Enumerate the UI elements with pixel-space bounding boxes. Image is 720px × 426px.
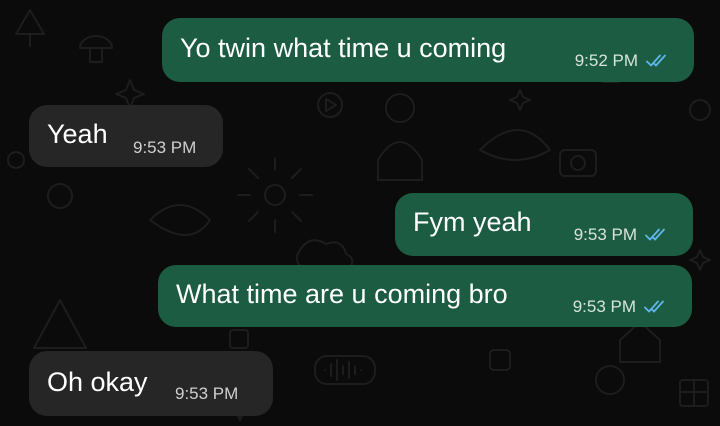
message-bubble-outgoing[interactable]: Yo twin what time u coming 9:52 PM	[162, 18, 694, 82]
message-meta: 9:53 PM	[573, 297, 670, 317]
message-text: Yo twin what time u coming	[180, 33, 507, 63]
message-meta: 9:52 PM	[575, 51, 672, 71]
message-time: 9:53 PM	[573, 225, 637, 244]
message-meta: 9:53 PM	[574, 225, 671, 245]
double-check-icon	[645, 228, 665, 241]
message-bubble-outgoing[interactable]: What time are u coming bro 9:53 PM	[158, 265, 692, 327]
message-time: 9:53 PM	[133, 138, 197, 157]
double-check-icon	[646, 54, 666, 67]
message-time: 9:53 PM	[175, 384, 239, 403]
message-meta: 9:53 PM	[175, 384, 238, 404]
message-meta: 9:53 PM	[133, 138, 196, 158]
message-text: Oh okay	[47, 367, 148, 397]
message-text: Fym yeah	[413, 207, 532, 237]
message-text: What time are u coming bro	[176, 279, 508, 309]
message-bubble-outgoing[interactable]: Fym yeah 9:53 PM	[395, 193, 693, 256]
message-text: Yeah	[47, 119, 108, 149]
message-bubble-incoming[interactable]: Yeah 9:53 PM	[29, 105, 223, 167]
double-check-icon	[644, 300, 664, 313]
message-time: 9:53 PM	[572, 297, 636, 316]
message-time: 9:52 PM	[574, 51, 638, 70]
chat-area[interactable]: Yo twin what time u coming 9:52 PM Yeah …	[0, 0, 720, 426]
message-bubble-incoming[interactable]: Oh okay 9:53 PM	[29, 351, 273, 416]
